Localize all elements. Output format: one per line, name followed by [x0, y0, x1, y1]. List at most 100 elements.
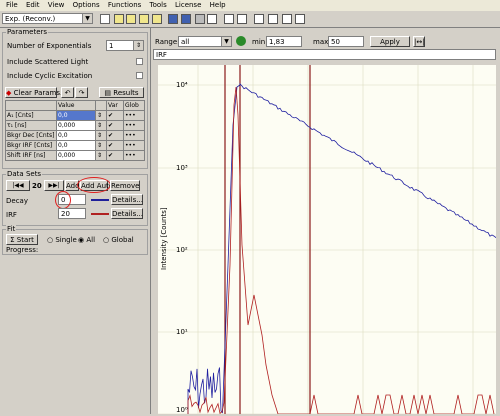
- y-tick-label: 10³: [176, 164, 188, 172]
- open-folder-4-icon[interactable]: [152, 14, 162, 24]
- menu-view[interactable]: View: [48, 0, 65, 11]
- min-value: 1,83: [269, 38, 285, 46]
- menu-functions[interactable]: Functions: [108, 0, 141, 11]
- decay-details-button[interactable]: Details...: [111, 194, 143, 205]
- results-button[interactable]: ▤ Results: [99, 87, 144, 98]
- remove-button[interactable]: Remove: [110, 180, 140, 191]
- fit-range-button[interactable]: |↔|: [413, 36, 425, 47]
- num-exponentials-label: Number of Exponentials: [7, 42, 92, 50]
- spinner-icon[interactable]: ⇕: [95, 140, 107, 151]
- irf-series: [187, 86, 495, 415]
- min-input[interactable]: 1,83: [266, 36, 302, 47]
- range-select[interactable]: all ▼: [178, 36, 232, 47]
- irf-details-button[interactable]: Details...: [111, 208, 143, 219]
- table-header: Value: [56, 100, 96, 111]
- progress-label: Progress:: [6, 246, 39, 254]
- menu-file[interactable]: File: [6, 0, 18, 11]
- spinner-icon: ⇕: [133, 41, 143, 50]
- max-input[interactable]: 50: [328, 36, 364, 47]
- var-checkbox[interactable]: ✔: [106, 120, 124, 131]
- undo-button[interactable]: ↶: [61, 87, 74, 98]
- spinner-icon[interactable]: ⇕: [95, 110, 107, 121]
- table-row: Bkgr IRF [Cnts] 0,0 ⇕ ✔ •••: [5, 140, 145, 151]
- window-layout-4-icon[interactable]: [295, 14, 305, 24]
- param-value-input[interactable]: 0,000: [56, 150, 96, 161]
- table-view-icon[interactable]: [237, 14, 247, 24]
- left-panel: Parameters Number of Exponentials 1 ⇕ In…: [0, 28, 151, 414]
- apply-button[interactable]: Apply: [370, 36, 410, 47]
- range-value: all: [181, 38, 190, 46]
- param-name: Shift IRF [ns]: [5, 150, 57, 161]
- decay-color-swatch[interactable]: [91, 199, 109, 201]
- num-exponentials-spinner[interactable]: 1 ⇕: [106, 40, 144, 51]
- clear-params-button[interactable]: ◆ Clear Params.: [5, 87, 62, 98]
- cyclic-excitation-label: Include Cyclic Excitation: [7, 72, 93, 80]
- scattered-light-checkbox[interactable]: [136, 58, 143, 65]
- red-annotation-circle: [77, 177, 111, 193]
- nav-first-prev-button[interactable]: |◀◀: [6, 180, 30, 191]
- decay-series: [187, 82, 497, 414]
- glob-button[interactable]: •••: [123, 120, 145, 131]
- irf-color-swatch[interactable]: [91, 213, 109, 215]
- glob-button[interactable]: •••: [123, 150, 145, 161]
- clear-icon: ◆: [6, 89, 12, 97]
- menu-options[interactable]: Options: [73, 0, 100, 11]
- menu-edit[interactable]: Edit: [26, 0, 40, 11]
- var-checkbox[interactable]: ✔: [106, 110, 124, 121]
- menu-help[interactable]: Help: [210, 0, 226, 11]
- open-folder-icon[interactable]: [114, 14, 124, 24]
- sigma-icon: Σ: [10, 236, 15, 244]
- var-checkbox[interactable]: ✔: [106, 140, 124, 151]
- single-radio[interactable]: ○ Single: [47, 236, 77, 244]
- y-tick-label: 10¹: [176, 328, 188, 336]
- chart-view-icon[interactable]: [224, 14, 234, 24]
- plot-canvas[interactable]: 10⁴ 10³ 10² 10¹ 10⁰: [158, 65, 497, 415]
- window-layout-2-icon[interactable]: [268, 14, 278, 24]
- save-all-icon[interactable]: [181, 14, 191, 24]
- table-row: A₁ [Cnts] 0,0 ⇕ ✔ •••: [5, 110, 145, 121]
- glob-button[interactable]: •••: [123, 140, 145, 151]
- curve-select-value: IRF: [156, 51, 167, 59]
- open-folder-2-icon[interactable]: [126, 14, 136, 24]
- refresh-icon[interactable]: [236, 36, 246, 46]
- details-label: Details...: [112, 210, 143, 218]
- menu-bar: File Edit View Options Functions Tools L…: [0, 0, 500, 11]
- model-select[interactable]: Exp. (Reconv.) ▼: [2, 13, 93, 24]
- param-value-input[interactable]: 0,0: [56, 110, 96, 121]
- window-layout-3-icon[interactable]: [282, 14, 292, 24]
- param-value-input[interactable]: 0,0: [56, 140, 96, 151]
- menu-license[interactable]: License: [175, 0, 201, 11]
- open-folder-3-icon[interactable]: [139, 14, 149, 24]
- scattered-light-label: Include Scattered Light: [7, 58, 89, 66]
- save-icon[interactable]: [168, 14, 178, 24]
- param-value-input[interactable]: 0,0: [56, 130, 96, 141]
- script-icon[interactable]: [100, 14, 110, 24]
- irf-index-spinner[interactable]: 20: [58, 208, 86, 219]
- global-radio[interactable]: ○ Global: [103, 236, 134, 244]
- window-layout-1-icon[interactable]: [254, 14, 264, 24]
- glob-button[interactable]: •••: [123, 110, 145, 121]
- y-tick-label: 10⁴: [176, 81, 188, 89]
- red-annotation-circle: [55, 191, 71, 209]
- param-name: Bkgr IRF [Cnts]: [5, 140, 57, 151]
- spinner-icon[interactable]: ⇕: [95, 130, 107, 141]
- export-icon[interactable]: [207, 14, 217, 24]
- cyclic-excitation-checkbox[interactable]: [136, 72, 143, 79]
- curve-select[interactable]: IRF: [153, 49, 496, 60]
- y-tick-label: 10⁰: [176, 406, 188, 414]
- menu-tools[interactable]: Tools: [150, 0, 167, 11]
- global-label: Global: [111, 236, 134, 244]
- all-radio[interactable]: ◉ All: [78, 236, 95, 244]
- param-value-input[interactable]: 0,000: [56, 120, 96, 131]
- redo-button[interactable]: ↷: [75, 87, 88, 98]
- spinner-icon[interactable]: ⇕: [95, 120, 107, 131]
- print-icon[interactable]: [195, 14, 205, 24]
- spinner-icon[interactable]: ⇕: [95, 150, 107, 161]
- var-checkbox[interactable]: ✔: [106, 150, 124, 161]
- start-fit-button[interactable]: Σ Start: [6, 234, 38, 245]
- nav-next-last-button[interactable]: ▶▶|: [44, 180, 64, 191]
- apply-label: Apply: [380, 38, 400, 46]
- glob-button[interactable]: •••: [123, 130, 145, 141]
- var-checkbox[interactable]: ✔: [106, 130, 124, 141]
- parameters-table: Value Var Glob A₁ [Cnts] 0,0 ⇕ ✔ ••• τ₁ …: [5, 100, 145, 161]
